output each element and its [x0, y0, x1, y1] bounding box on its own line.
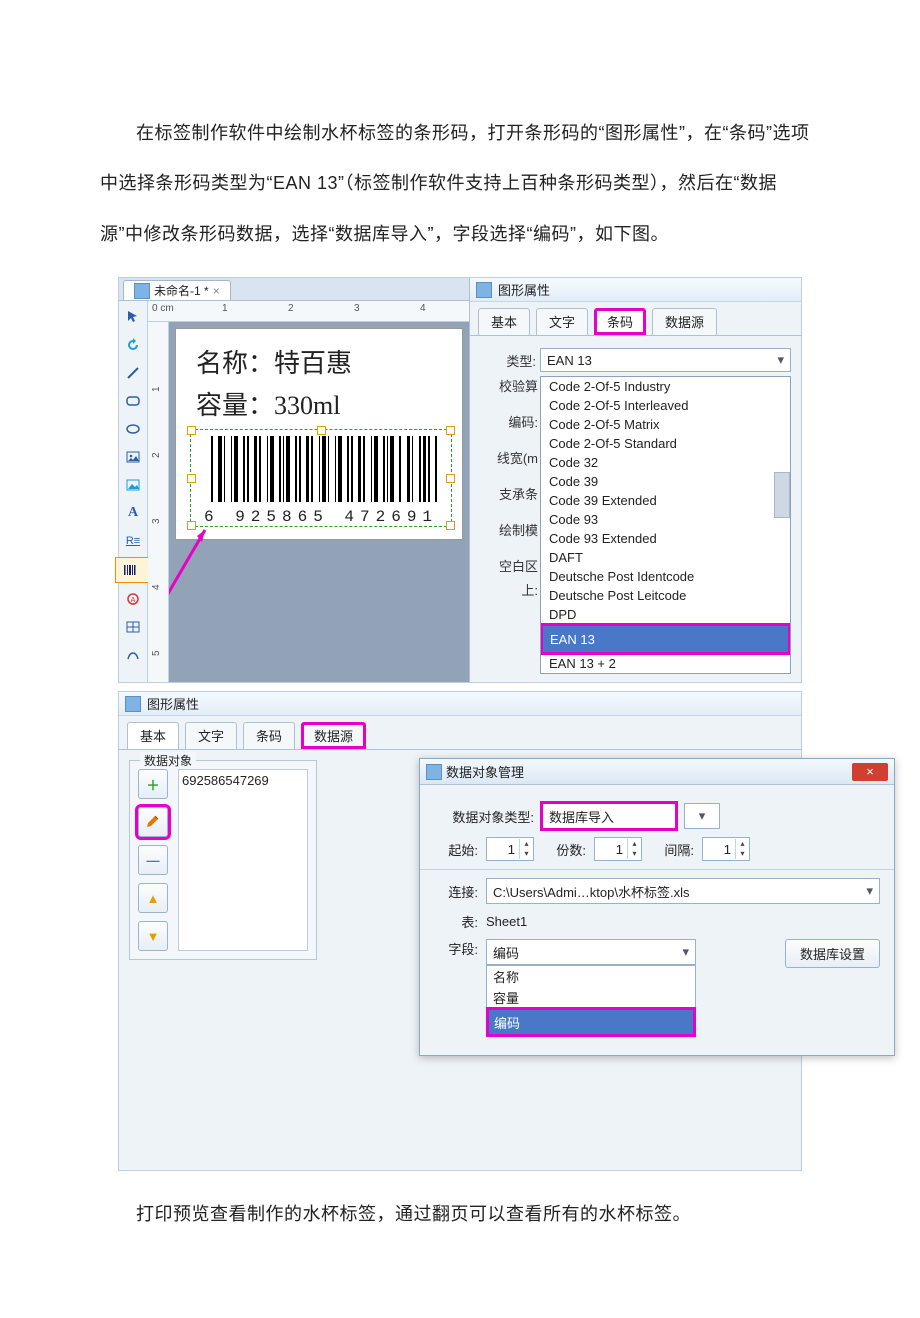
horizontal-ruler: 0 cm 1 2 3 4	[148, 301, 469, 322]
type-option[interactable]: Code 39 Extended	[541, 491, 790, 510]
gap-spin[interactable]: 1▴▾	[702, 837, 750, 861]
curve-tool[interactable]	[121, 643, 145, 667]
type-option[interactable]: Code 39	[541, 472, 790, 491]
scrollbar-thumb[interactable]	[774, 472, 790, 518]
document-icon	[134, 283, 150, 299]
select-tool[interactable]	[121, 305, 145, 329]
obj-type-chevron[interactable]: ▾	[684, 803, 720, 829]
outro-paragraph: 打印预览查看制作的水杯标签，通过翻页可以查看所有的水杯标签。	[100, 1189, 820, 1239]
type-option[interactable]: DAFT	[541, 548, 790, 567]
image-tool[interactable]	[121, 445, 145, 469]
screenshot-1: 未命名-1 * × A R≡ A	[118, 277, 802, 683]
tab-barcode-2[interactable]: 条码	[243, 722, 295, 749]
grid-tool[interactable]	[121, 615, 145, 639]
vertical-ruler: 1 2 3 4 5	[148, 322, 169, 682]
field-option[interactable]: 名称	[487, 966, 695, 987]
type-label: 类型:	[480, 351, 536, 370]
add-button[interactable]: ＋	[138, 769, 168, 799]
type-option[interactable]: Code 93	[541, 510, 790, 529]
properties-titlebar-2: 图形属性	[119, 692, 801, 716]
properties-tabs-2: 基本 文字 条码 数据源	[119, 716, 801, 750]
dialog-title: 数据对象管理	[446, 762, 524, 781]
type-option[interactable]: Code 93 Extended	[541, 529, 790, 548]
design-canvas[interactable]: 名称：特百惠 容量：330ml	[169, 322, 469, 682]
barcode-object[interactable]: 6 925865 472691	[190, 429, 452, 527]
svg-text:A: A	[131, 597, 136, 604]
type-option[interactable]: EAN 13	[541, 624, 790, 654]
text-tool[interactable]: A	[121, 501, 145, 525]
tab-basic-2[interactable]: 基本	[127, 722, 179, 749]
stamp-tool[interactable]: A	[121, 587, 145, 611]
field-select[interactable]: 编码▾	[486, 939, 696, 965]
tab-barcode[interactable]: 条码	[594, 308, 646, 335]
properties-tabs: 基本 文字 条码 数据源	[470, 302, 801, 336]
type-option[interactable]: Code 2-Of-5 Interleaved	[541, 396, 790, 415]
type-option[interactable]: Code 2-Of-5 Industry	[541, 377, 790, 396]
chevron-down-icon: ▾	[777, 352, 784, 368]
barcode-type-dropdown[interactable]: EAN 13▾	[540, 348, 791, 372]
field-option-list[interactable]: 名称容量编码	[486, 965, 696, 1037]
tab-text-2[interactable]: 文字	[185, 722, 237, 749]
obj-type-label: 数据对象类型:	[434, 807, 534, 826]
connection-select[interactable]: C:\Users\Admi…ktop\水杯标签.xls▾	[486, 878, 880, 904]
document-tab-strip: 未命名-1 * ×	[119, 278, 469, 301]
type-option[interactable]: Deutsche Post Leitcode	[541, 586, 790, 605]
dialog-icon	[426, 764, 442, 780]
type-option[interactable]: Code 2-Of-5 Matrix	[541, 415, 790, 434]
move-up-button[interactable]: ▲	[138, 883, 168, 913]
chevron-down-icon: ▾	[682, 944, 689, 960]
richtext-tool[interactable]: R≡	[121, 529, 145, 553]
data-object-legend: 数据对象	[140, 752, 196, 769]
data-object-value: 692586547269	[178, 769, 308, 951]
chevron-down-icon: ▾	[699, 808, 706, 824]
intro-paragraph: 在标签制作软件中绘制水杯标签的条形码，打开条形码的“图形属性”，在“条码”选项中…	[100, 108, 820, 259]
tab-text[interactable]: 文字	[536, 308, 588, 335]
type-option[interactable]: Deutsche Post Identcode	[541, 567, 790, 586]
edit-button[interactable]	[138, 807, 168, 837]
tab-datasource[interactable]: 数据源	[652, 308, 717, 335]
panel-icon	[125, 696, 141, 712]
screenshot-2: 图形属性 基本 文字 条码 数据源 数据对象 ＋ — ▲ ▼	[118, 691, 802, 1171]
dialog-close-button[interactable]: ×	[852, 763, 888, 781]
barcode-tool[interactable]	[115, 557, 151, 583]
document-tab-label: 未命名-1 *	[154, 282, 209, 299]
line-tool[interactable]	[121, 361, 145, 385]
rotate-tool[interactable]	[121, 333, 145, 357]
type-option[interactable]: DPD	[541, 605, 790, 624]
type-option[interactable]: EAN 13 + 2	[541, 654, 790, 673]
data-object-dialog: 数据对象管理 × 数据对象类型: 数据库导入 ▾ 起始: 1▴▾ 份数:	[419, 758, 895, 1056]
start-spin[interactable]: 1▴▾	[486, 837, 534, 861]
document-tab[interactable]: 未命名-1 * ×	[123, 280, 231, 300]
close-icon[interactable]: ×	[213, 284, 220, 298]
barcode-bars	[211, 436, 439, 502]
barcode-type-list[interactable]: Code 2-Of-5 IndustryCode 2-Of-5 Interlea…	[540, 376, 791, 674]
type-option[interactable]: Code 2-Of-5 Standard	[541, 434, 790, 453]
type-option[interactable]: Code 32	[541, 453, 790, 472]
panel-icon	[476, 282, 492, 298]
field-option[interactable]: 编码	[487, 1008, 695, 1036]
label-preview: 名称：特百惠 容量：330ml	[175, 328, 463, 540]
barcode-text: 6 925865 472691	[191, 508, 451, 526]
picture-tool[interactable]	[121, 473, 145, 497]
remove-button[interactable]: —	[138, 845, 168, 875]
chevron-down-icon: ▾	[866, 883, 873, 899]
field-option[interactable]: 容量	[487, 987, 695, 1008]
table-value: Sheet1	[486, 914, 527, 929]
tools-palette: A R≡ A	[119, 301, 148, 682]
properties-titlebar: 图形属性	[470, 278, 801, 302]
ellipse-tool[interactable]	[121, 417, 145, 441]
round-rect-tool[interactable]	[121, 389, 145, 413]
tab-basic[interactable]: 基本	[478, 308, 530, 335]
copies-spin[interactable]: 1▴▾	[594, 837, 642, 861]
db-settings-button[interactable]: 数据库设置	[785, 939, 880, 968]
obj-type-select[interactable]: 数据库导入	[542, 803, 676, 829]
move-down-button[interactable]: ▼	[138, 921, 168, 951]
tab-datasource-2[interactable]: 数据源	[301, 722, 366, 749]
